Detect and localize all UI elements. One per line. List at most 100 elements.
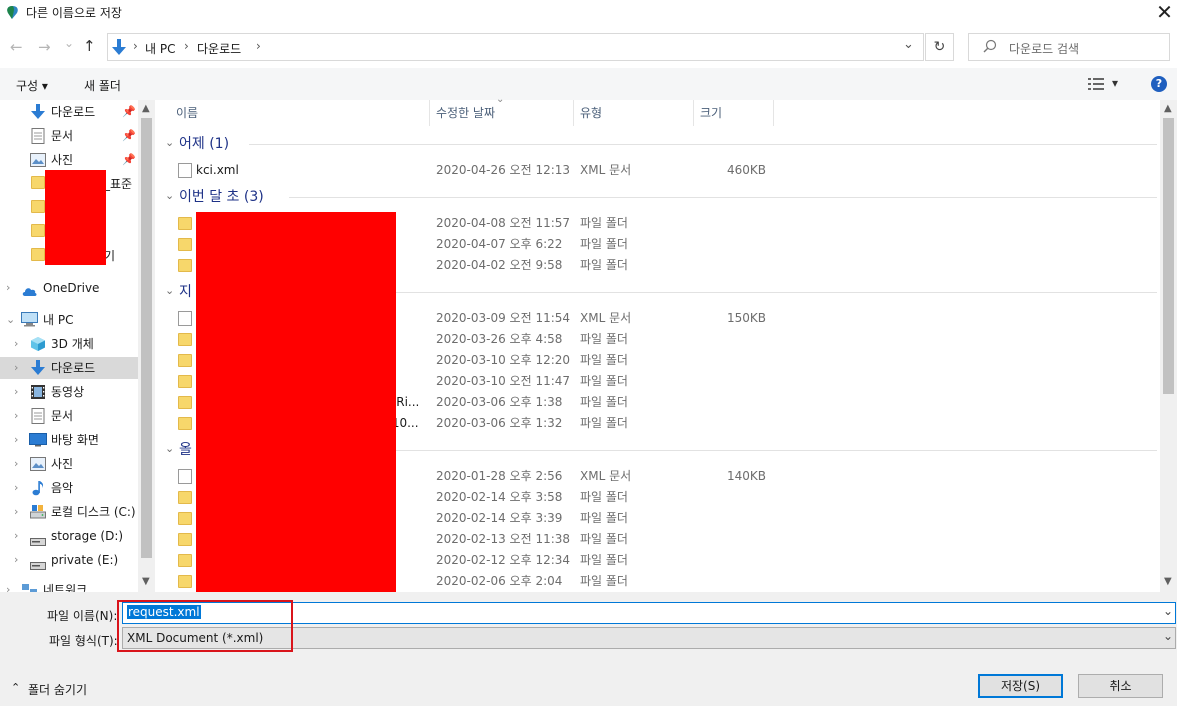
cancel-button[interactable]: 취소 <box>1078 674 1163 698</box>
sidebar-item-pictures[interactable]: › 사진 <box>0 453 138 475</box>
sidebar-item-desktop[interactable]: › 바탕 화면 <box>0 429 138 451</box>
help-button[interactable]: ? <box>1151 76 1167 92</box>
music-icon <box>31 480 47 496</box>
column-header-name[interactable]: 이름 <box>176 100 198 126</box>
file-date: 2020-02-12 오후 12:34 <box>436 553 571 567</box>
file-date: 2020-01-28 오후 2:56 <box>436 469 563 483</box>
address-bar[interactable]: › 내 PC › 다운로드 › ⌄ <box>107 33 924 61</box>
sidebar-item-network[interactable]: › 네트워크 <box>0 579 138 592</box>
column-header-type[interactable]: 유형 <box>580 100 602 126</box>
picture-icon <box>30 152 46 168</box>
file-type: XML 문서 <box>580 163 632 177</box>
file-list-scrollbar[interactable]: ▲ ▼ <box>1160 100 1177 592</box>
sidebar-item-label: 다운로드 <box>51 361 96 375</box>
sidebar-item-downloads-quick[interactable]: 다운로드 📌 <box>0 101 138 123</box>
file-type: XML 문서 <box>580 311 632 325</box>
sidebar-item-documents-quick[interactable]: 문서 📌 <box>0 125 138 147</box>
sidebar-item-this-pc[interactable]: ⌄ 내 PC <box>0 309 138 331</box>
search-box[interactable]: 다운로드 검색 <box>968 33 1170 61</box>
sidebar-item-downloads[interactable]: › 다운로드 <box>0 357 138 379</box>
chevron-right-icon[interactable]: › <box>6 277 10 299</box>
file-type: 파일 폴더 <box>580 416 628 430</box>
chevron-right-icon[interactable]: › <box>14 333 18 355</box>
file-icon <box>178 311 192 326</box>
sidebar-item-3d-objects[interactable]: › 3D 개체 <box>0 333 138 355</box>
chevron-down-icon[interactable]: ⌄ <box>165 136 174 149</box>
column-header-size[interactable]: 크기 <box>700 100 722 126</box>
sidebar-item-pictures-quick[interactable]: 사진 📌 <box>0 149 138 171</box>
view-options-icon[interactable] <box>1088 78 1104 93</box>
chevron-down-icon[interactable]: ⌄ <box>165 284 174 297</box>
view-dropdown-icon[interactable]: ▾ <box>1112 76 1118 90</box>
sidebar-scrollbar[interactable]: ▲ ▼ <box>138 100 155 592</box>
hide-folders-button[interactable]: 폴더 숨기기 <box>28 681 87 698</box>
redaction-block <box>45 170 106 265</box>
pin-icon[interactable]: 📌 <box>122 149 136 171</box>
scroll-up-arrow-icon[interactable]: ▲ <box>142 103 150 114</box>
navigation-pane: 다운로드 📌 문서 📌 사진 📌 _표준 기 › OneDrive ⌄ 내 PC… <box>0 100 155 592</box>
chevron-right-icon[interactable]: › <box>14 525 18 547</box>
new-folder-button[interactable]: 새 폴더 <box>84 77 121 94</box>
title-bar: 다른 이름으로 저장 ✕ <box>0 0 1177 26</box>
app-icon <box>5 5 20 20</box>
chevron-right-icon[interactable]: › <box>14 549 18 571</box>
breadcrumb-separator: › <box>133 39 138 53</box>
group-header[interactable]: ⌄ 이번 달 초 (3) <box>163 186 1157 208</box>
file-row[interactable]: kci.xml 2020-04-26 오전 12:13 XML 문서 460KB <box>163 160 1157 181</box>
sidebar-item-storage-drive[interactable]: › storage (D:) <box>0 525 138 547</box>
chevron-right-icon[interactable]: › <box>14 405 18 427</box>
breadcrumb-this-pc[interactable]: 내 PC <box>145 40 175 57</box>
up-button[interactable]: ↑ <box>83 37 96 55</box>
sidebar-item-videos[interactable]: › 동영상 <box>0 381 138 403</box>
save-button[interactable]: 저장(S) <box>978 674 1063 698</box>
back-button[interactable]: ← <box>10 38 23 56</box>
picture-icon <box>30 456 46 472</box>
file-date: 2020-02-13 오전 11:38 <box>436 532 571 546</box>
address-dropdown-button[interactable]: ⌄ <box>903 37 914 52</box>
chevron-down-icon[interactable]: ⌄ <box>165 442 174 455</box>
chevron-right-icon[interactable]: › <box>14 357 18 379</box>
document-icon <box>31 128 47 144</box>
chevron-right-icon[interactable]: › <box>14 501 18 523</box>
filename-dropdown-icon[interactable]: ⌄ <box>1163 604 1173 618</box>
search-input[interactable]: 다운로드 검색 <box>1009 40 1079 57</box>
close-button[interactable]: ✕ <box>1152 0 1177 26</box>
chevron-right-icon[interactable]: › <box>14 381 18 403</box>
sidebar-item-onedrive[interactable]: › OneDrive <box>0 277 138 299</box>
pin-icon[interactable]: 📌 <box>122 125 136 147</box>
scrollbar-thumb[interactable] <box>141 118 152 558</box>
file-name: kci.xml <box>196 163 239 177</box>
breadcrumb-separator: › <box>184 39 189 53</box>
pin-icon[interactable]: 📌 <box>122 101 136 123</box>
sidebar-item-private-drive[interactable]: › private (E:) <box>0 549 138 571</box>
scrollbar-thumb[interactable] <box>1163 118 1174 394</box>
file-type: 파일 폴더 <box>580 374 628 388</box>
column-header-modified[interactable]: 수정한 날짜 <box>436 100 495 126</box>
chevron-up-icon[interactable]: ⌃ <box>11 681 20 694</box>
organize-menu[interactable]: 구성 ▾ <box>16 77 48 94</box>
recent-locations-button[interactable]: ⌄ <box>64 36 74 50</box>
chevron-right-icon[interactable]: › <box>14 453 18 475</box>
refresh-button[interactable]: ↻ <box>925 33 954 61</box>
file-date: 2020-04-02 오전 9:58 <box>436 258 563 272</box>
chevron-down-icon[interactable]: ⌄ <box>165 189 174 202</box>
scroll-down-arrow-icon[interactable]: ▼ <box>1164 576 1172 587</box>
file-date: 2020-02-14 오후 3:39 <box>436 511 563 525</box>
video-icon <box>30 384 46 400</box>
chevron-right-icon[interactable]: › <box>6 579 10 592</box>
sidebar-item-music[interactable]: › 음악 <box>0 477 138 499</box>
chevron-right-icon[interactable]: › <box>14 477 18 499</box>
sidebar-item-local-disk[interactable]: › 로컬 디스크 (C:) <box>0 501 138 523</box>
scroll-up-arrow-icon[interactable]: ▲ <box>1164 103 1172 114</box>
chevron-down-icon[interactable]: ⌄ <box>6 309 15 331</box>
highlight-annotation-box <box>117 600 293 652</box>
chevron-down-icon[interactable]: ⌄ <box>1163 629 1173 643</box>
group-header[interactable]: ⌄ 어제 (1) <box>163 133 1157 155</box>
sidebar-item-documents[interactable]: › 문서 <box>0 405 138 427</box>
scroll-down-arrow-icon[interactable]: ▼ <box>142 576 150 587</box>
folder-icon <box>178 354 192 367</box>
chevron-right-icon[interactable]: › <box>14 429 18 451</box>
breadcrumb-downloads[interactable]: 다운로드 <box>197 40 241 57</box>
group-label: 지 <box>179 284 192 300</box>
forward-button[interactable]: → <box>38 38 51 56</box>
